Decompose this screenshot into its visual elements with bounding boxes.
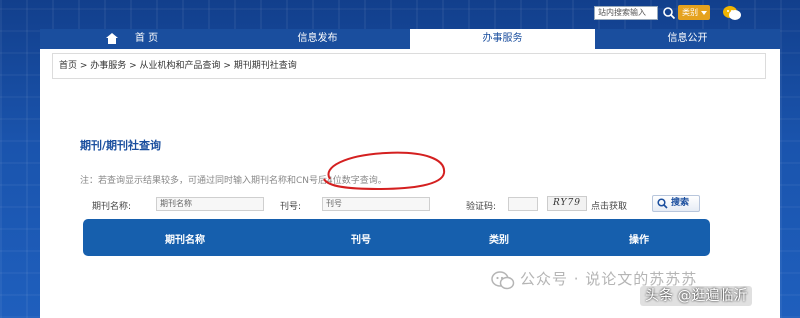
nav-services[interactable]: 办事服务 [410,29,595,49]
magnifier-icon [657,198,668,209]
search-form: 期刊名称: 期刊名称 刊号: 刊号 验证码: RY79 点击获取 搜索 [40,194,780,216]
main-nav: 首 页 信息发布 办事服务 信息公开 [40,29,780,49]
journal-number-input[interactable]: 刊号 [322,197,430,211]
wechat-watermark-icon [491,271,515,290]
page-title: 期刊/期刊社查询 [80,139,162,152]
search-button-label: 搜索 [671,198,690,208]
search-button[interactable]: 搜索 [652,195,700,212]
col-category: 类别 [489,235,509,246]
red-annotation-circle [323,151,446,191]
journal-number-label: 刊号: [280,202,302,212]
captcha-label: 验证码: [466,202,497,212]
captcha-input[interactable] [508,197,538,211]
journal-name-input[interactable]: 期刊名称 [156,197,264,211]
wechat-icon[interactable] [722,4,742,22]
nav-home-label: 首 页 [134,33,159,44]
home-icon [106,33,118,44]
top-bar: 站内搜索输入 类别 [0,0,800,28]
journal-name-label: 期刊名称: [92,202,132,212]
search-icon[interactable] [662,6,676,20]
results-table-header: 期刊名称 刊号 类别 操作 [83,219,710,256]
source-watermark: 头条 @逛遍临沂 [640,286,753,306]
col-journal-number: 刊号 [351,235,371,246]
nav-info-disclosure[interactable]: 信息公开 [595,29,780,49]
col-action: 操作 [629,235,649,246]
category-select[interactable]: 类别 [678,5,710,20]
site-search-input[interactable]: 站内搜索输入 [594,6,658,20]
col-journal-name: 期刊名称 [165,235,205,246]
captcha-refresh-link[interactable]: 点击获取 [591,199,627,212]
breadcrumb: 首页 > 办事服务 > 从业机构和产品查询 > 期刊期刊社查询 [52,53,766,79]
nav-info-release[interactable]: 信息发布 [225,29,410,49]
captcha-image[interactable]: RY79 [547,196,587,211]
nav-home[interactable]: 首 页 [40,29,225,49]
